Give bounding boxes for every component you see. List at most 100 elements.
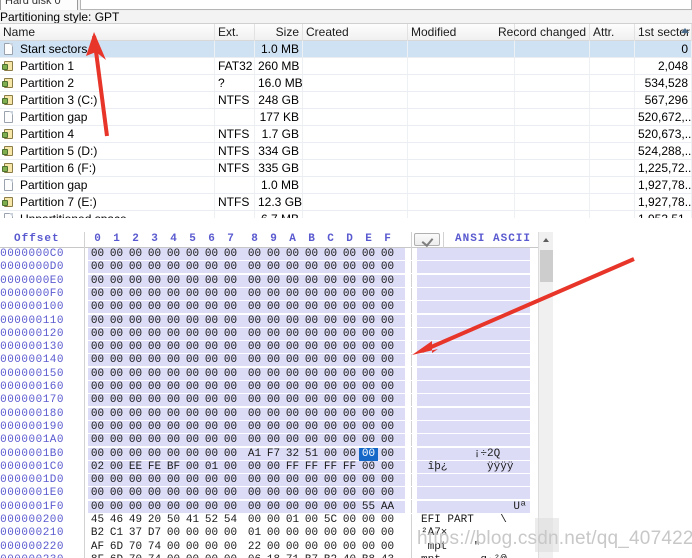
- hex-byte[interactable]: 00: [221, 448, 240, 461]
- hex-byte[interactable]: 00: [145, 474, 164, 487]
- hex-byte[interactable]: 70: [126, 541, 145, 554]
- hex-byte[interactable]: 00: [283, 421, 302, 434]
- hex-byte[interactable]: 00: [126, 328, 145, 341]
- hex-byte[interactable]: 00: [302, 408, 321, 421]
- hex-byte[interactable]: 00: [264, 421, 283, 434]
- hex-byte[interactable]: 00: [302, 381, 321, 394]
- hex-byte[interactable]: 49: [126, 514, 145, 527]
- hex-byte[interactable]: 00: [183, 288, 202, 301]
- hex-byte[interactable]: 00: [183, 341, 202, 354]
- hex-byte[interactable]: 00: [321, 301, 340, 314]
- hex-byte[interactable]: 00: [264, 541, 283, 554]
- hex-byte[interactable]: 00: [302, 527, 321, 540]
- hex-byte[interactable]: 02: [88, 461, 107, 474]
- hex-byte[interactable]: 00: [202, 341, 221, 354]
- hex-byte[interactable]: 00: [283, 408, 302, 421]
- hex-byte[interactable]: B8: [359, 554, 378, 558]
- hex-byte[interactable]: 00: [264, 461, 283, 474]
- hex-byte[interactable]: 00: [221, 394, 240, 407]
- hex-byte[interactable]: 00: [378, 527, 397, 540]
- hex-byte[interactable]: 00: [221, 408, 240, 421]
- hex-byte[interactable]: 00: [264, 315, 283, 328]
- hex-byte[interactable]: 00: [264, 381, 283, 394]
- hex-byte[interactable]: 00: [378, 421, 397, 434]
- hex-byte[interactable]: 00: [145, 328, 164, 341]
- hex-byte[interactable]: 00: [378, 381, 397, 394]
- hex-byte[interactable]: 00: [164, 248, 183, 261]
- hex-byte[interactable]: 00: [283, 474, 302, 487]
- hex-byte[interactable]: A1: [245, 448, 264, 461]
- hex-byte[interactable]: 00: [340, 261, 359, 274]
- hex-byte[interactable]: FF: [302, 461, 321, 474]
- hex-byte[interactable]: 00: [283, 434, 302, 447]
- hex-byte[interactable]: F7: [264, 448, 283, 461]
- hex-byte[interactable]: 00: [183, 408, 202, 421]
- hex-byte[interactable]: 00: [126, 248, 145, 261]
- hex-byte[interactable]: 00: [302, 341, 321, 354]
- hex-byte[interactable]: 00: [221, 381, 240, 394]
- table-row[interactable]: Partition 5 (D:) NTFS 334 GB 524,288,...: [0, 143, 692, 160]
- hex-byte[interactable]: 00: [145, 381, 164, 394]
- hex-byte[interactable]: 00: [321, 381, 340, 394]
- hex-byte[interactable]: 54: [221, 514, 240, 527]
- hex-byte[interactable]: 00: [245, 288, 264, 301]
- hex-byte[interactable]: 00: [359, 474, 378, 487]
- hex-byte[interactable]: AF: [88, 541, 107, 554]
- hex-byte[interactable]: 00: [359, 541, 378, 554]
- hex-byte[interactable]: 00: [164, 421, 183, 434]
- hex-byte[interactable]: 00: [283, 354, 302, 367]
- hex-byte[interactable]: 00: [302, 474, 321, 487]
- hex-byte[interactable]: 00: [221, 554, 240, 558]
- hex-byte[interactable]: 00: [321, 527, 340, 540]
- hex-byte[interactable]: 00: [107, 248, 126, 261]
- hex-byte[interactable]: 00: [245, 408, 264, 421]
- hex-byte[interactable]: 00: [183, 328, 202, 341]
- hex-byte[interactable]: 00: [126, 434, 145, 447]
- hex-byte[interactable]: 00: [107, 315, 126, 328]
- hex-byte[interactable]: 00: [283, 261, 302, 274]
- hex-byte[interactable]: 00: [340, 501, 359, 514]
- table-row[interactable]: Partition gap 177 KB 520,672,...: [0, 109, 692, 126]
- hex-byte[interactable]: 00: [283, 541, 302, 554]
- hex-byte[interactable]: 55: [359, 501, 378, 514]
- hex-byte[interactable]: 6D: [107, 554, 126, 558]
- hex-byte[interactable]: 00: [283, 381, 302, 394]
- hex-byte[interactable]: 00: [245, 381, 264, 394]
- hex-byte[interactable]: 00: [126, 408, 145, 421]
- hex-byte[interactable]: 00: [264, 434, 283, 447]
- hex-byte[interactable]: 00: [378, 341, 397, 354]
- hex-byte[interactable]: 00: [302, 421, 321, 434]
- hex-byte[interactable]: 00: [340, 368, 359, 381]
- hex-byte[interactable]: 00: [202, 421, 221, 434]
- hex-byte[interactable]: 00: [164, 541, 183, 554]
- hex-byte[interactable]: 00: [183, 354, 202, 367]
- hex-ascii-text[interactable]: [421, 275, 527, 288]
- hex-byte[interactable]: 00: [359, 288, 378, 301]
- hex-byte[interactable]: 00: [183, 527, 202, 540]
- hex-byte[interactable]: 00: [302, 501, 321, 514]
- hex-byte[interactable]: 00: [264, 527, 283, 540]
- hex-byte[interactable]: 00: [164, 554, 183, 558]
- hex-byte[interactable]: 00: [202, 501, 221, 514]
- hex-byte[interactable]: 00: [107, 301, 126, 314]
- hex-byte[interactable]: 00: [126, 354, 145, 367]
- hex-byte[interactable]: 71: [283, 554, 302, 558]
- hex-byte[interactable]: 00: [126, 487, 145, 500]
- hex-byte[interactable]: 00: [183, 275, 202, 288]
- hex-byte[interactable]: 00: [145, 421, 164, 434]
- hex-byte[interactable]: 00: [88, 288, 107, 301]
- column-header-record-changed[interactable]: Record changed: [495, 24, 590, 41]
- hex-byte[interactable]: 00: [283, 341, 302, 354]
- hex-byte[interactable]: 00: [302, 434, 321, 447]
- hex-byte[interactable]: 00: [359, 408, 378, 421]
- hex-byte[interactable]: 00: [126, 474, 145, 487]
- hex-byte[interactable]: 00: [202, 261, 221, 274]
- hex-byte[interactable]: 00: [245, 301, 264, 314]
- hex-byte[interactable]: 00: [340, 288, 359, 301]
- hex-byte[interactable]: 00: [321, 474, 340, 487]
- hex-byte[interactable]: 00: [378, 288, 397, 301]
- hex-byte[interactable]: 00: [221, 275, 240, 288]
- hex-byte[interactable]: 00: [145, 248, 164, 261]
- hex-byte[interactable]: 00: [107, 275, 126, 288]
- hex-byte[interactable]: 00: [164, 275, 183, 288]
